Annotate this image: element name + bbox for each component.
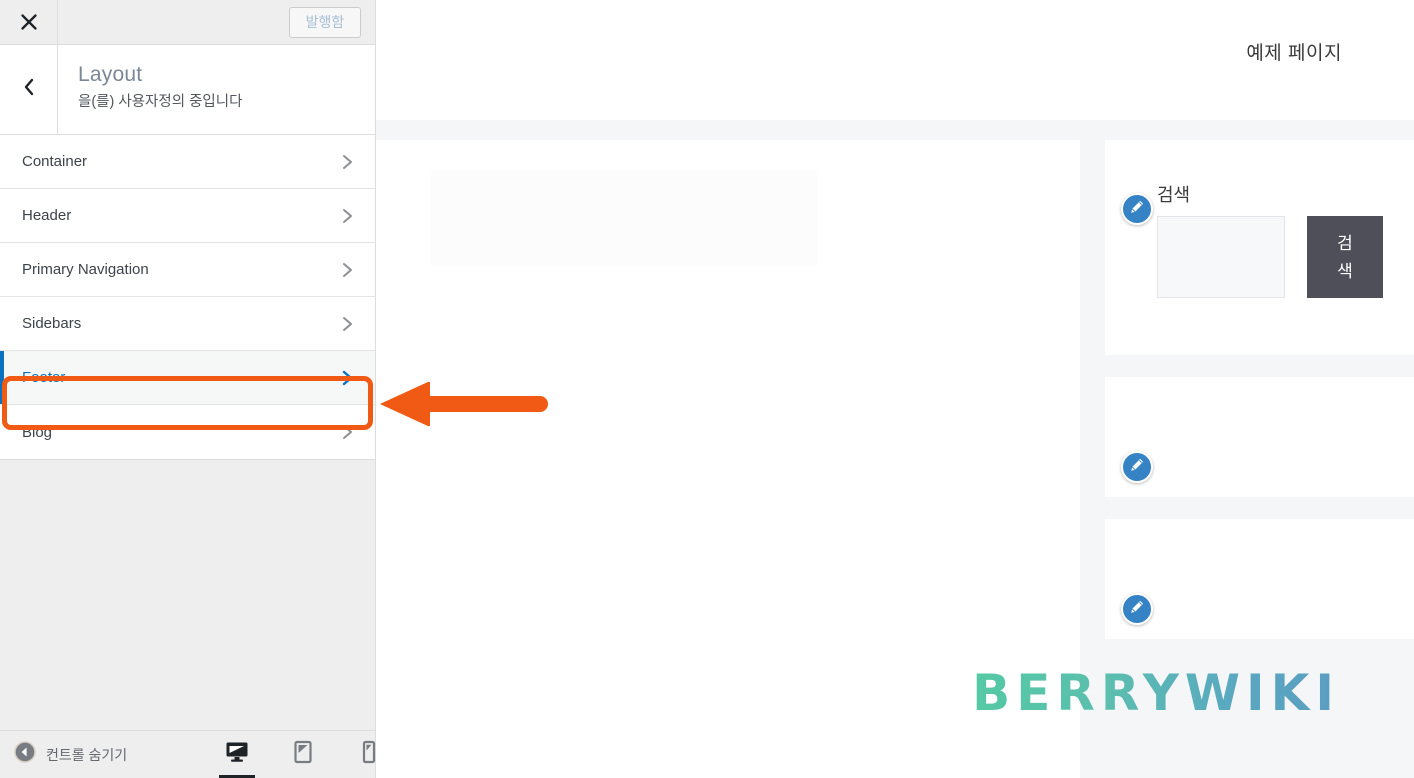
chevron-right-icon (339, 422, 355, 442)
search-form: 검 색 (1131, 216, 1414, 298)
panel-empty-area (0, 460, 375, 706)
sidebar-item-container[interactable]: Container (0, 135, 375, 189)
panel-label: Sidebars (22, 315, 82, 332)
widget-block-2 (1105, 377, 1414, 497)
page-title: 예제 페이지 (1246, 43, 1342, 64)
widget-block-3 (1105, 519, 1414, 639)
sidebar-item-footer[interactable]: Footer (0, 351, 375, 405)
hide-controls-button[interactable]: 컨트롤 숨기기 (0, 741, 127, 768)
publish-button[interactable]: 발행함 (289, 6, 361, 38)
sidebar-item-header[interactable]: Header (0, 189, 375, 243)
collapse-arrow-icon (14, 741, 36, 768)
hide-controls-label: 컨트롤 숨기기 (46, 746, 128, 763)
panel-label: Header (22, 207, 72, 224)
customizer-app: 발행함 Layout 을(를) 사용자정의 중입니다 Container Hea… (0, 0, 1414, 778)
panel-label: Container (22, 153, 88, 170)
device-desktop-button[interactable] (216, 730, 258, 778)
pencil-icon (1129, 199, 1145, 220)
chevron-right-icon (339, 260, 355, 280)
widget-search-title: 검색 (1157, 185, 1191, 205)
site-preview: 예제 페이지 검색 검 색 (376, 0, 1414, 778)
customizer-footer-bar: 컨트롤 숨기기 (0, 730, 376, 778)
customizer-topbar: 발행함 (0, 0, 375, 45)
section-header-text: Layout 을(를) 사용자정의 중입니다 (58, 45, 375, 134)
preview-site-header: 예제 페이지 (376, 0, 1414, 120)
chevron-left-icon (22, 77, 36, 102)
edit-search-widget-button[interactable] (1121, 193, 1153, 225)
mobile-icon (362, 740, 376, 769)
customizer-panel: 발행함 Layout 을(를) 사용자정의 중입니다 Container Hea… (0, 0, 376, 778)
search-submit-button[interactable]: 검 색 (1307, 216, 1383, 298)
desktop-icon (225, 741, 249, 768)
chevron-right-icon (339, 206, 355, 226)
chevron-right-icon (339, 152, 355, 172)
edit-widget-2-button[interactable] (1121, 451, 1153, 483)
panel-label: Blog (22, 423, 53, 441)
close-icon (20, 13, 38, 31)
section-title: Layout (78, 63, 143, 86)
device-preview-group (216, 730, 390, 778)
device-mobile-button[interactable] (348, 730, 390, 778)
customizer-section-header: Layout 을(를) 사용자정의 중입니다 (0, 45, 375, 135)
preview-content-area: 검색 검 색 (376, 140, 1414, 778)
back-button[interactable] (0, 45, 58, 134)
pencil-icon (1129, 599, 1145, 620)
pencil-icon (1129, 457, 1145, 478)
tablet-icon (293, 740, 313, 769)
sidebar-item-sidebars[interactable]: Sidebars (0, 297, 375, 351)
active-accent-bar (0, 351, 4, 404)
panel-label: Footer (22, 369, 66, 386)
search-input[interactable] (1157, 216, 1285, 298)
panel-list: Container Header Primary Navigation Side… (0, 135, 375, 460)
preview-divider-band (376, 120, 1414, 140)
edit-widget-3-button[interactable] (1121, 593, 1153, 625)
content-placeholder-block (431, 170, 817, 266)
panel-label: Primary Navigation (22, 261, 149, 278)
widget-search: 검색 검 색 (1105, 140, 1414, 355)
section-subtitle: 을(를) 사용자정의 중입니다 (78, 94, 243, 110)
sidebar-widget-column: 검색 검 색 (1080, 140, 1414, 778)
sidebar-item-primary-navigation[interactable]: Primary Navigation (0, 243, 375, 297)
close-customizer-button[interactable] (0, 0, 58, 44)
chevron-right-icon (339, 368, 355, 388)
device-tablet-button[interactable] (282, 730, 324, 778)
chevron-right-icon (339, 314, 355, 334)
publish-button-wrap: 발행함 (289, 0, 375, 44)
main-content-column (376, 140, 1080, 778)
sidebar-item-blog[interactable]: Blog (0, 405, 375, 459)
